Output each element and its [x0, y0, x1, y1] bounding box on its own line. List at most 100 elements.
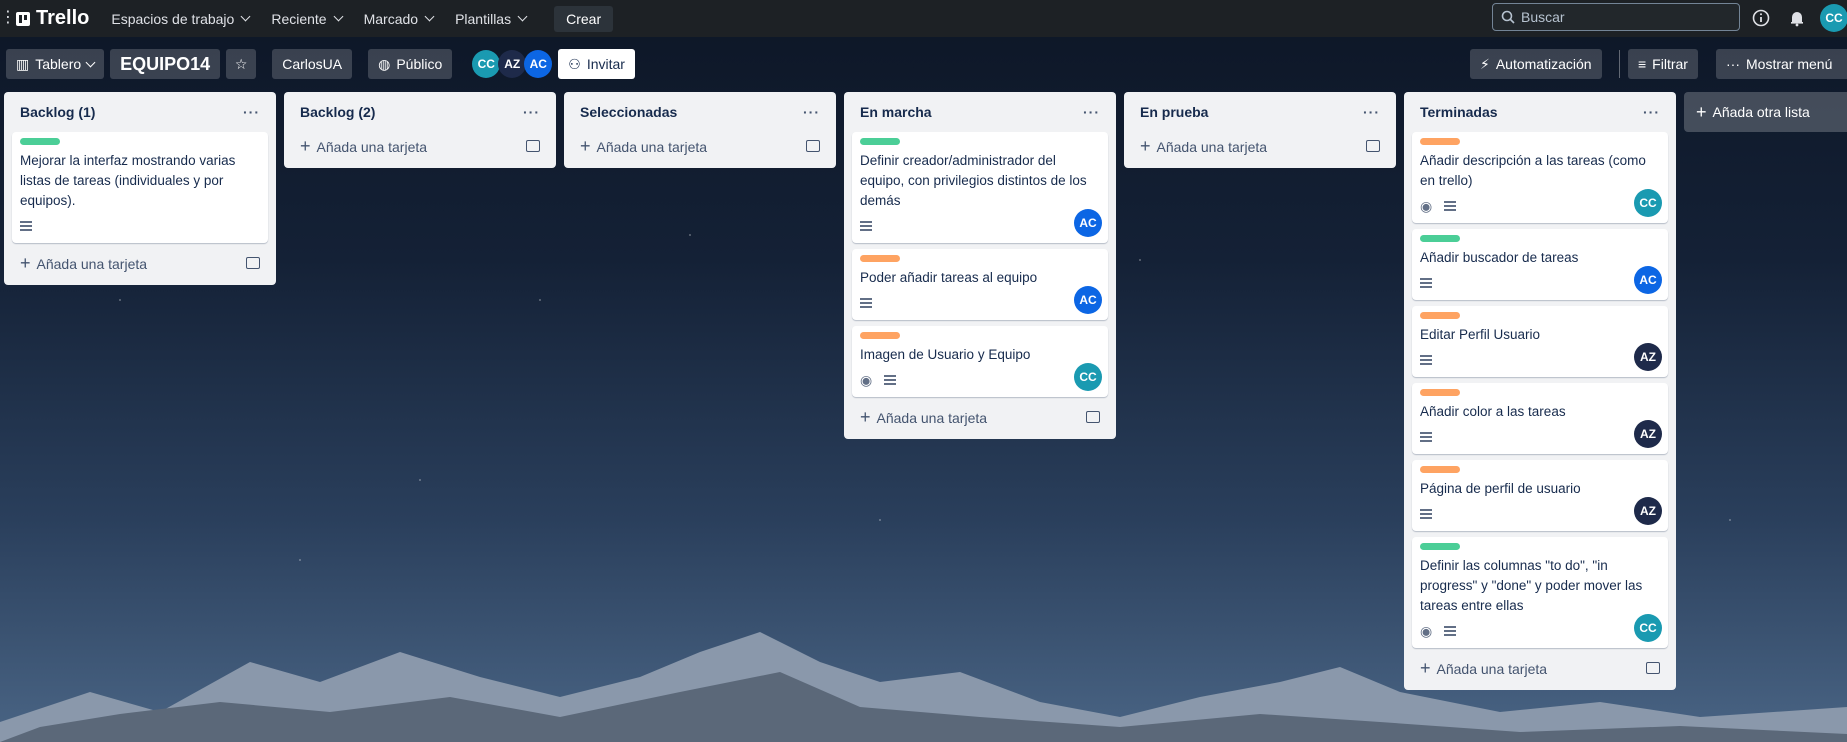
nav-templates[interactable]: Plantillas — [455, 11, 528, 27]
card[interactable]: Página de perfil de usuario AZ — [1412, 460, 1668, 531]
card-label-green[interactable] — [860, 138, 900, 145]
star-icon: ☆ — [234, 55, 248, 72]
card[interactable]: Poder añadir tareas al equipo AC — [852, 249, 1108, 320]
notifications-bell-icon[interactable] — [1788, 9, 1806, 27]
card-label-orange[interactable] — [1420, 138, 1460, 145]
card-label-green[interactable] — [1420, 543, 1460, 550]
board-members: CC AZ AC — [472, 50, 553, 78]
visibility-button[interactable]: ◍ Público — [368, 49, 453, 79]
card-label-orange[interactable] — [860, 332, 900, 339]
card-label-green[interactable] — [20, 138, 60, 145]
divider — [1619, 50, 1620, 78]
plus-icon: + — [1140, 135, 1151, 156]
add-card-button[interactable]: + Añada una tarjeta — [12, 247, 268, 279]
card[interactable]: Definir las columnas "to do", "in progre… — [1412, 537, 1668, 648]
nav-workspaces[interactable]: Espacios de trabajo — [111, 11, 251, 27]
card-label-orange[interactable] — [1420, 466, 1460, 473]
nav-starred[interactable]: Marcado — [363, 10, 435, 27]
filter-button[interactable]: ≡ Filtrar — [1628, 49, 1698, 79]
list-en-marcha: En marcha ··· Definir creador/administra… — [844, 92, 1116, 439]
description-icon — [1420, 509, 1432, 519]
card-template-icon[interactable] — [246, 257, 260, 269]
card-badges — [1420, 428, 1660, 446]
star-board-button[interactable]: ☆ — [226, 49, 257, 79]
info-icon[interactable] — [1752, 9, 1770, 27]
list-title[interactable]: En prueba — [1140, 104, 1208, 120]
add-card-button[interactable]: + Añada una tarjeta — [292, 130, 548, 162]
add-card-button[interactable]: + Añada una tarjeta — [572, 130, 828, 162]
description-icon — [1444, 626, 1457, 636]
list-title[interactable]: Seleccionadas — [580, 104, 677, 120]
member-avatar[interactable]: AZ — [498, 50, 527, 78]
show-menu-label: Mostrar menú — [1746, 56, 1833, 72]
view-switcher-button[interactable]: ▥ Tablero — [6, 49, 105, 79]
list-menu-icon[interactable]: ··· — [523, 104, 540, 120]
description-icon — [860, 298, 872, 308]
card-template-icon[interactable] — [1086, 411, 1100, 423]
filter-icon: ≡ — [1638, 56, 1647, 72]
card-member-avatar[interactable]: AC — [1074, 286, 1102, 314]
list-header: Backlog (2) ··· — [292, 98, 548, 126]
trello-logo-icon — [16, 11, 30, 26]
member-avatar[interactable]: CC — [472, 50, 501, 78]
card[interactable]: Mejorar la interfaz mostrando varias lis… — [12, 132, 268, 243]
list-menu-icon[interactable]: ··· — [1643, 104, 1660, 120]
board-view-icon: ▥ — [16, 55, 30, 72]
search-input[interactable]: Buscar — [1492, 3, 1740, 31]
create-button[interactable]: Crear — [554, 5, 614, 32]
list-title[interactable]: Terminadas — [1420, 104, 1498, 120]
apps-icon[interactable]: ⋮ — [0, 9, 16, 27]
card-template-icon[interactable] — [1646, 662, 1660, 674]
automation-button[interactable]: ⚡ Automatización — [1470, 49, 1602, 79]
board-title[interactable]: EQUIPO14 — [110, 49, 221, 79]
filter-label: Filtrar — [1652, 56, 1688, 72]
card-member-avatar[interactable]: AZ — [1634, 497, 1662, 525]
card[interactable]: Añadir buscador de tareas AC — [1412, 229, 1668, 300]
card-title: Añadir color a las tareas — [1420, 404, 1566, 419]
search-placeholder: Buscar — [1521, 9, 1565, 25]
card-label-orange[interactable] — [860, 255, 900, 262]
list-menu-icon[interactable]: ··· — [243, 104, 260, 120]
card-member-avatar[interactable]: AC — [1074, 209, 1102, 237]
add-card-button[interactable]: + Añada una tarjeta — [852, 401, 1108, 433]
plus-icon: + — [20, 252, 31, 273]
globe-icon: ◍ — [378, 55, 391, 72]
card-label-orange[interactable] — [1420, 389, 1460, 396]
list-title[interactable]: Backlog (1) — [20, 104, 95, 120]
card-member-avatar[interactable]: AZ — [1634, 343, 1662, 371]
card[interactable]: Editar Perfil Usuario AZ — [1412, 306, 1668, 377]
add-card-button[interactable]: + Añada una tarjeta — [1412, 652, 1668, 684]
add-list-button[interactable]: + Añada otra lista — [1684, 92, 1847, 132]
card-template-icon[interactable] — [806, 140, 820, 152]
card[interactable]: Añadir color a las tareas AZ — [1412, 383, 1668, 454]
card-member-avatar[interactable]: AC — [1634, 266, 1662, 294]
card-label-orange[interactable] — [1420, 312, 1460, 319]
card-template-icon[interactable] — [526, 140, 540, 152]
card-member-avatar[interactable]: CC — [1634, 614, 1662, 642]
card-label-green[interactable] — [1420, 235, 1460, 242]
card[interactable]: Añadir descripción a las tareas (como en… — [1412, 132, 1668, 223]
list-menu-icon[interactable]: ··· — [1083, 104, 1100, 120]
card-member-avatar[interactable]: AZ — [1634, 420, 1662, 448]
invite-button[interactable]: ⚇ Invitar — [558, 49, 635, 79]
card-template-icon[interactable] — [1366, 140, 1380, 152]
add-card-label: Añada una tarjeta — [596, 138, 708, 155]
nav-recent[interactable]: Reciente — [271, 11, 344, 27]
list-menu-icon[interactable]: ··· — [1363, 104, 1380, 120]
user-avatar[interactable]: CC — [1820, 4, 1847, 32]
member-avatar[interactable]: AC — [524, 50, 553, 78]
card[interactable]: Definir creador/administrador del equipo… — [852, 132, 1108, 243]
list-title[interactable]: En marcha — [860, 104, 932, 120]
workspace-button[interactable]: CarlosUA — [272, 49, 353, 79]
plus-icon: + — [1696, 101, 1707, 122]
list-menu-icon[interactable]: ··· — [803, 104, 820, 120]
card-member-avatar[interactable]: CC — [1634, 189, 1662, 217]
trello-logo[interactable]: Trello — [16, 7, 89, 30]
list-title[interactable]: Backlog (2) — [300, 104, 375, 120]
card[interactable]: Imagen de Usuario y Equipo ◉ CC — [852, 326, 1108, 397]
card-badges: ◉ — [1420, 622, 1660, 640]
card-member-avatar[interactable]: CC — [1074, 363, 1102, 391]
nav-starred-label: Marcado — [363, 10, 419, 27]
add-card-button[interactable]: + Añada una tarjeta — [1132, 130, 1388, 162]
show-menu-button[interactable]: ··· Mostrar menú — [1716, 49, 1847, 79]
